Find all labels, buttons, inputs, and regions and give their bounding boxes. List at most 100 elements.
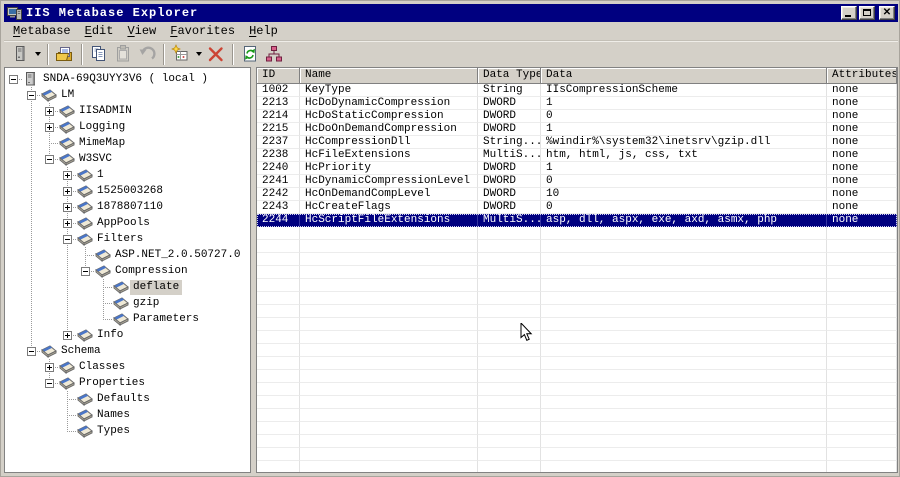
column-header-data-type[interactable]: Data Type xyxy=(478,68,541,84)
table-row[interactable]: 2240 HcPriority DWORD 1 none xyxy=(257,162,897,175)
empty-row xyxy=(257,279,897,292)
table-cell-data: 1 xyxy=(541,97,827,110)
tree-item-filters[interactable]: Filters xyxy=(5,231,250,247)
expand-plus-icon[interactable] xyxy=(63,187,72,196)
tree-item-gzip[interactable]: gzip xyxy=(5,295,250,311)
undo-button[interactable] xyxy=(135,42,159,66)
column-header-id[interactable]: ID xyxy=(257,68,300,84)
menu-item-metabase[interactable]: Metabase xyxy=(7,23,77,39)
tree-item-parameters[interactable]: Parameters xyxy=(5,311,250,327)
empty-cell xyxy=(827,344,897,357)
table-row[interactable]: 2214 HcDoStaticCompression DWORD 0 none xyxy=(257,110,897,123)
tree-item-w3svc[interactable]: W3SVC xyxy=(5,151,250,167)
tree-item-deflate[interactable]: deflate xyxy=(5,279,250,295)
copy-button[interactable] xyxy=(87,42,111,66)
empty-cell xyxy=(257,435,300,448)
table-row[interactable]: 2243 HcCreateFlags DWORD 0 none xyxy=(257,201,897,214)
collapse-minus-icon[interactable] xyxy=(45,155,54,164)
metabase-key-icon xyxy=(77,407,94,423)
expand-plus-icon[interactable] xyxy=(63,203,72,212)
paste-button[interactable] xyxy=(111,42,135,66)
expand-plus-icon[interactable] xyxy=(45,123,54,132)
connect-computer-button-dropdown[interactable] xyxy=(32,42,43,66)
minimize-button[interactable] xyxy=(841,6,857,20)
tree-item-names[interactable]: Names xyxy=(5,407,250,423)
column-header-data[interactable]: Data xyxy=(541,68,827,84)
empty-cell xyxy=(827,409,897,422)
tree-item-info[interactable]: Info xyxy=(5,327,250,343)
tree-item-1525003268[interactable]: 1525003268 xyxy=(5,183,250,199)
menu-item-help[interactable]: Help xyxy=(243,23,284,39)
collapse-minus-icon[interactable] xyxy=(27,91,36,100)
tree-item-1[interactable]: 1 xyxy=(5,167,250,183)
tree-item-mimemap[interactable]: MimeMap xyxy=(5,135,250,151)
tree-item-label: Logging xyxy=(79,120,126,133)
tree-item-iisadmin[interactable]: IISADMIN xyxy=(5,103,250,119)
new-record-button[interactable] xyxy=(169,42,193,66)
empty-cell xyxy=(257,279,300,292)
tree-item-schema[interactable]: Schema xyxy=(5,343,250,359)
close-button[interactable]: ✕ xyxy=(879,6,895,20)
delete-button[interactable] xyxy=(204,42,228,66)
tree-item-classes[interactable]: Classes xyxy=(5,359,250,375)
open-button[interactable] xyxy=(53,42,77,66)
collapse-minus-icon[interactable] xyxy=(9,75,18,84)
new-record-button-dropdown[interactable] xyxy=(193,42,204,66)
tree-item-1878807110[interactable]: 1878807110 xyxy=(5,199,250,215)
table-row[interactable]: 2213 HcDoDynamicCompression DWORD 1 none xyxy=(257,97,897,110)
column-header-name[interactable]: Name xyxy=(300,68,478,84)
tree-item-defaults[interactable]: Defaults xyxy=(5,391,250,407)
tree-item-lm[interactable]: LM xyxy=(5,87,250,103)
window-title: IIS Metabase Explorer xyxy=(26,6,199,20)
tree-guide-line xyxy=(103,287,104,295)
collapse-minus-icon[interactable] xyxy=(63,235,72,244)
table-row[interactable]: 1002 KeyType String IIsCompressionScheme non… xyxy=(257,84,897,97)
expand-plus-icon[interactable] xyxy=(45,107,54,116)
table-cell-name: HcPriority xyxy=(300,162,478,175)
computer-icon xyxy=(23,71,40,87)
expand-plus-icon[interactable] xyxy=(63,331,72,340)
refresh-button[interactable] xyxy=(238,42,262,66)
delete-icon xyxy=(206,44,226,64)
tree-item-properties[interactable]: Properties xyxy=(5,375,250,391)
menu-item-edit[interactable]: Edit xyxy=(79,23,120,39)
connect-computer-button[interactable] xyxy=(8,42,32,66)
tree-item-types[interactable]: Types xyxy=(5,423,250,439)
metabase-key-icon xyxy=(59,375,76,391)
table-row[interactable]: 2237 HcCompressionDll String... %windir%\sy… xyxy=(257,136,897,149)
table-cell-attributes: none xyxy=(827,214,897,227)
table-row[interactable]: 2215 HcDoOnDemandCompression DWORD 1 none xyxy=(257,123,897,136)
expand-plus-icon[interactable] xyxy=(63,171,72,180)
tree-item-logging[interactable]: Logging xyxy=(5,119,250,135)
empty-cell xyxy=(257,448,300,461)
tree-item-apppools[interactable]: AppPools xyxy=(5,215,250,231)
empty-row xyxy=(257,305,897,318)
table-row[interactable]: 2242 HcOnDemandCompLevel DWORD 10 none xyxy=(257,188,897,201)
view-tree-button[interactable] xyxy=(262,42,286,66)
column-header-attributes[interactable]: Attributes xyxy=(827,68,897,84)
metabase-key-icon xyxy=(59,135,76,151)
tree-item-label: Compression xyxy=(115,264,188,277)
expand-plus-icon[interactable] xyxy=(63,219,72,228)
expand-plus-icon[interactable] xyxy=(45,363,54,372)
collapse-minus-icon[interactable] xyxy=(45,379,54,388)
table-row[interactable]: 2244 HcScriptFileExtensions MultiS... asp, … xyxy=(257,214,897,227)
tree-item-asp-net-2-0-50727-0[interactable]: ASP.NET_2.0.50727.0 xyxy=(5,247,250,263)
menu-item-view[interactable]: View xyxy=(121,23,162,39)
table-row[interactable]: 2241 HcDynamicCompressionLevel DWORD 0 none xyxy=(257,175,897,188)
menu-item-favorites[interactable]: Favorites xyxy=(164,23,241,39)
collapse-minus-icon[interactable] xyxy=(81,267,90,276)
tree-item-label: Types xyxy=(97,424,131,437)
tree-indent xyxy=(23,327,41,343)
maximize-button[interactable] xyxy=(859,6,875,20)
tree-item-snda-69q3uyy3v6-local-[interactable]: SNDA-69Q3UYY3V6 ( local ) xyxy=(5,71,250,87)
table-cell-id: 2237 xyxy=(257,136,300,149)
collapse-minus-icon[interactable] xyxy=(27,347,36,356)
table-row[interactable]: 2238 HcFileExtensions MultiS... htm, html, … xyxy=(257,149,897,162)
tree-item-compression[interactable]: Compression xyxy=(5,263,250,279)
